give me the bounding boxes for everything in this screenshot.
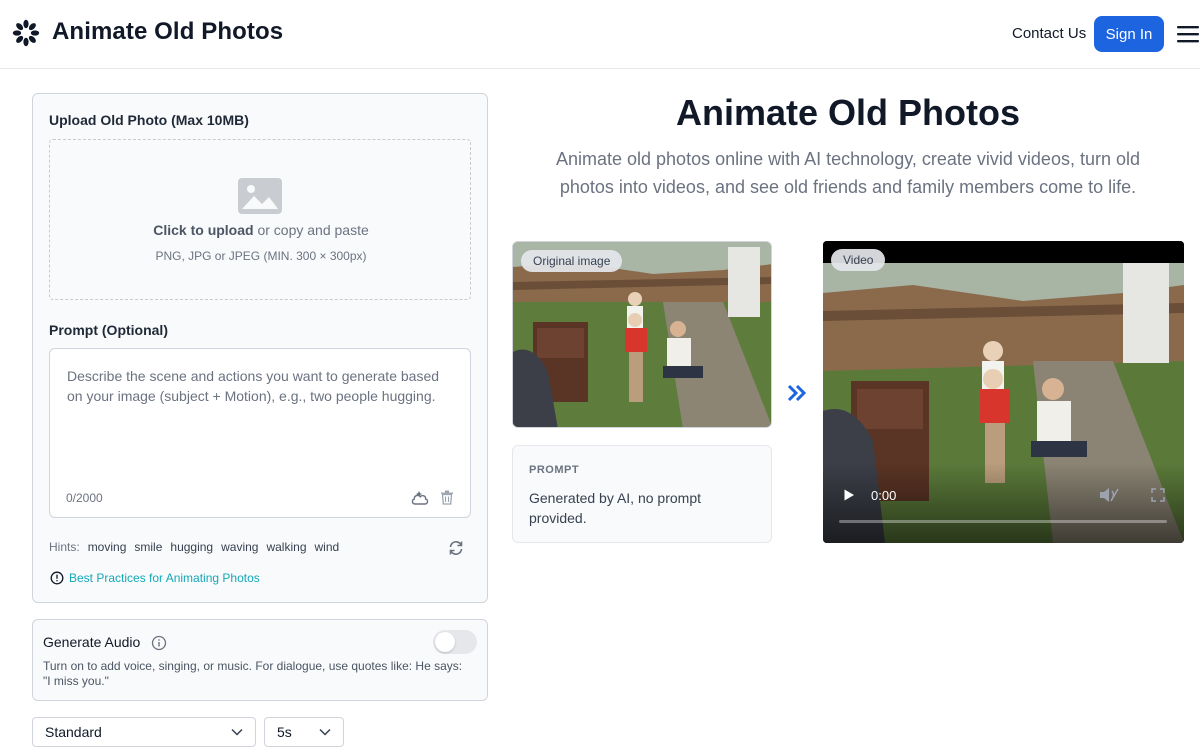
trash-icon[interactable] — [440, 490, 454, 505]
sign-in-button[interactable]: Sign In — [1094, 16, 1164, 52]
top-navigation-bar: Animate Old Photos Contact Us Sign In — [0, 0, 1200, 69]
hint-chip[interactable]: smile — [134, 540, 162, 554]
prompt-label: Prompt (Optional) — [49, 322, 168, 338]
prompt-card-text: Generated by AI, no prompt provided. — [529, 490, 701, 526]
hero-title: Animate Old Photos — [675, 92, 1021, 133]
contact-us-link[interactable]: Contact Us — [1012, 25, 1086, 42]
volume-icon[interactable] — [1099, 487, 1119, 503]
original-image-card: Original image — [512, 241, 772, 428]
hamburger-menu-icon[interactable] — [1176, 22, 1200, 46]
upload-label: Upload Old Photo (Max 10MB) — [49, 112, 249, 128]
example-prompt-card: PROMPT Generated by AI, no prompt provid… — [512, 445, 772, 543]
duration-select[interactable]: 5s — [264, 717, 344, 747]
upload-format-hint: PNG, JPG or JPEG (MIN. 300 × 300px) — [155, 249, 367, 263]
original-image-badge: Original image — [521, 250, 623, 272]
hints-label: Hints: — [49, 540, 80, 554]
prompt-hints: Hints: moving smile hugging waving walki… — [49, 540, 339, 554]
upload-instruction: Click to upload or copy and paste — [50, 222, 472, 238]
best-practices-link[interactable]: Best Practices for Animating Photos — [69, 571, 260, 585]
logo-icon[interactable] — [12, 19, 40, 47]
fullscreen-icon[interactable] — [1151, 488, 1165, 502]
duration-value: 5s — [277, 724, 292, 740]
cloud-magic-icon[interactable] — [410, 489, 430, 507]
video-time: 0:00 — [871, 488, 897, 503]
generate-audio-card: Generate Audio Turn on to add voice, sin… — [32, 619, 488, 701]
prompt-container: 0/2000 — [49, 348, 471, 518]
upload-dropzone[interactable]: Click to upload or copy and paste PNG, J… — [49, 139, 471, 300]
generator-panel: Upload Old Photo (Max 10MB) Click to upl… — [32, 93, 488, 603]
image-placeholder-icon — [238, 178, 282, 214]
brand-name[interactable]: Animate Old Photos — [52, 18, 283, 46]
video-progress-bar[interactable] — [839, 520, 1167, 523]
alert-circle-icon — [50, 571, 64, 585]
quality-select[interactable]: Standard — [32, 717, 256, 747]
quality-value: Standard — [45, 724, 102, 740]
video-badge: Video — [831, 249, 886, 271]
hint-chip[interactable]: walking — [266, 540, 306, 554]
generate-audio-toggle[interactable] — [433, 630, 477, 654]
generate-audio-description: Turn on to add voice, singing, or music.… — [43, 659, 463, 688]
chevron-down-icon — [319, 728, 331, 736]
upload-rest-text: or copy and paste — [253, 222, 369, 238]
toggle-knob — [435, 632, 455, 652]
refresh-hints-icon[interactable] — [447, 539, 465, 557]
prompt-input[interactable] — [51, 350, 469, 482]
generate-audio-title: Generate Audio — [43, 634, 141, 650]
play-icon[interactable] — [843, 489, 855, 501]
video-controls: 0:00 — [823, 463, 1184, 543]
click-to-upload-text[interactable]: Click to upload — [153, 222, 253, 238]
hint-chip[interactable]: hugging — [170, 540, 213, 554]
prompt-card-title: PROMPT — [529, 464, 580, 476]
hero-subtitle: Animate old photos online with AI techno… — [555, 149, 1140, 197]
video-player[interactable]: Video 0:00 — [823, 241, 1184, 543]
hint-chip[interactable]: wind — [315, 540, 340, 554]
hint-chip[interactable]: waving — [221, 540, 258, 554]
info-icon[interactable] — [151, 635, 167, 651]
double-chevron-right-icon — [787, 384, 807, 402]
chevron-down-icon — [231, 728, 243, 736]
character-count: 0/2000 — [66, 491, 103, 505]
hint-chip[interactable]: moving — [88, 540, 127, 554]
